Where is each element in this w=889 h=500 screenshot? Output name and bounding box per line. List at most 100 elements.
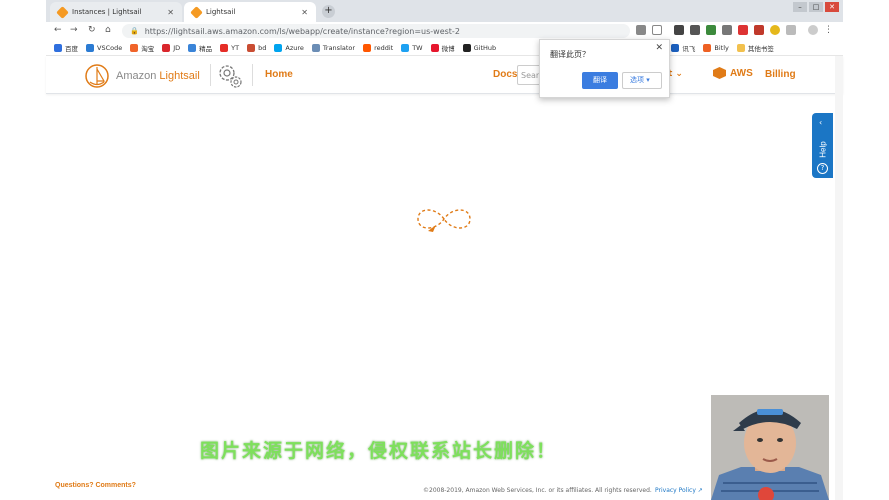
bookmark-favicon-icon [430, 43, 439, 52]
bookmark-label: 淘宝 [141, 44, 155, 53]
back-icon[interactable]: ← [54, 25, 62, 35]
bookmark-item[interactable]: TW [401, 43, 423, 52]
bookmark-label: Azure [285, 43, 304, 52]
presenter-image [711, 395, 829, 500]
bookmark-label: TW [412, 43, 423, 52]
bookmark-item[interactable]: 讯飞 [671, 43, 695, 53]
logo-text: Amazon Lightsail [116, 70, 200, 82]
bookmark-favicon-icon [162, 43, 171, 52]
address-bar[interactable]: 🔒 https://lightsail.aws.amazon.com/ls/we… [122, 24, 630, 38]
bookmark-label: reddit [374, 43, 394, 52]
page-scrollbar[interactable] [835, 56, 843, 500]
questions-comments-link[interactable]: Questions? Comments? [55, 482, 136, 489]
minimize-icon[interactable]: – [793, 2, 807, 12]
browser-tab-strip: Instances | Lightsail ✕ Lightsail ✕ + – … [46, 0, 843, 22]
bookmark-label: JD [173, 43, 181, 52]
bookmark-label: 精品 [199, 44, 213, 53]
privacy-policy-link[interactable]: Privacy Policy ↗ [655, 487, 703, 494]
extension-icon[interactable] [706, 25, 716, 35]
bookmark-label: bd [258, 43, 267, 52]
home-icon[interactable]: ⌂ [105, 25, 111, 35]
tab-close-icon[interactable]: ✕ [167, 8, 174, 17]
bookmarks-bar: 百度 VSCode 淘宝 JD 精品 YT bd Azure Translator reddit T… [46, 40, 843, 56]
bookmark-label: GitHub [473, 43, 497, 52]
nav-billing[interactable]: Billing [765, 69, 796, 80]
profile-icon[interactable] [808, 25, 818, 35]
bookmark-favicon-icon [188, 43, 197, 52]
help-label: Help [818, 141, 828, 158]
extension-icon[interactable] [690, 25, 700, 35]
lock-icon: 🔒 [130, 27, 139, 35]
forward-icon[interactable]: → [70, 25, 78, 35]
browser-tab-instances[interactable]: Instances | Lightsail ✕ [50, 2, 182, 22]
translate-title: 翻译此页？ [550, 50, 590, 59]
translate-close-icon[interactable]: ✕ [655, 43, 663, 53]
bookmark-item[interactable]: 精品 [188, 43, 212, 53]
bookmark-favicon-icon [86, 43, 94, 52]
help-panel-tab[interactable]: ‹ Help ? [812, 113, 833, 178]
bookmark-label: VSCode [97, 43, 123, 52]
bookmark-label: 百度 [65, 44, 78, 53]
bookmark-item[interactable]: Translator [311, 43, 355, 52]
bookmark-favicon-icon [220, 43, 229, 52]
tab-close-icon[interactable]: ✕ [301, 8, 308, 17]
extension-icon[interactable] [674, 25, 684, 35]
extension-icon[interactable] [754, 25, 764, 35]
maximize-icon[interactable]: □ [809, 2, 823, 12]
bookmark-item[interactable]: JD [162, 43, 181, 52]
bookmark-favicon-icon [401, 43, 410, 52]
extension-icon[interactable] [770, 25, 780, 35]
translate-popup: 翻译此页？ ✕ 翻译 选项 ▾ [539, 39, 670, 98]
tab-title: Lightsail [206, 8, 236, 16]
bookmark-item[interactable]: GitHub [462, 43, 497, 52]
bookmark-item[interactable]: VSCode [86, 43, 123, 52]
extension-icon[interactable] [786, 25, 796, 35]
extension-icon[interactable] [738, 25, 748, 35]
help-question-icon: ? [817, 163, 828, 174]
lightsail-logo[interactable]: Amazon Lightsail [84, 63, 200, 89]
bookmark-item[interactable]: 淘宝 [130, 43, 154, 53]
translate-options-button[interactable]: 选项 ▾ [622, 72, 662, 89]
lightsail-favicon-icon [56, 5, 69, 19]
divider [252, 64, 253, 86]
bookmark-item[interactable]: Azure [274, 43, 304, 52]
bookmark-favicon-icon [54, 43, 62, 52]
bookmark-label: 微博 [441, 44, 455, 53]
star-icon[interactable] [652, 25, 662, 35]
bookmark-favicon-icon [274, 43, 283, 52]
bookmark-item[interactable]: 其他书签 [736, 43, 774, 53]
bookmark-favicon-icon [363, 43, 372, 52]
bookmark-item[interactable]: 微博 [430, 43, 455, 53]
extension-icon[interactable] [722, 25, 732, 35]
gear-icon[interactable] [216, 62, 244, 90]
webcam-overlay [711, 395, 829, 500]
chevron-left-icon: ‹ [819, 118, 823, 127]
lightsail-logo-icon [85, 64, 109, 88]
bookmark-item[interactable]: 百度 [54, 43, 78, 53]
bookmark-favicon-icon [736, 43, 745, 52]
window-close-icon[interactable]: ✕ [825, 2, 839, 12]
menu-icon[interactable]: ⋮ [824, 25, 834, 35]
bookmark-item[interactable]: bd [247, 43, 267, 52]
nav-docs[interactable]: Docs [493, 69, 517, 80]
copyright-text: ©2008-2019, Amazon Web Services, Inc. or… [423, 487, 652, 494]
watermark-text: 图片来源于网络，侵权联系站长删除！ [200, 440, 558, 462]
bookmark-item[interactable]: reddit [363, 43, 394, 52]
browser-toolbar: ← → ↻ ⌂ 🔒 https://lightsail.aws.amazon.c… [46, 22, 843, 40]
aws-cube-icon [713, 67, 726, 79]
bookmark-item[interactable]: Bitly [703, 43, 729, 52]
new-tab-button[interactable]: + [322, 5, 335, 18]
browser-tab-lightsail[interactable]: Lightsail ✕ [184, 2, 316, 22]
bookmark-item[interactable]: YT [220, 43, 239, 52]
reload-icon[interactable]: ↻ [88, 25, 96, 35]
translate-button[interactable]: 翻译 [582, 72, 618, 89]
extension-icons: ⋮ [636, 25, 834, 35]
bookmark-favicon-icon [703, 43, 712, 52]
nav-aws[interactable]: AWS [713, 67, 753, 79]
url-text: https://lightsail.aws.amazon.com/ls/weba… [144, 26, 460, 36]
nav-home[interactable]: Home [265, 69, 293, 80]
translate-icon[interactable] [636, 25, 646, 35]
aws-label: AWS [730, 67, 753, 79]
lightsail-favicon-icon [190, 5, 203, 19]
account-menu[interactable]: t ⌄ [668, 69, 683, 79]
